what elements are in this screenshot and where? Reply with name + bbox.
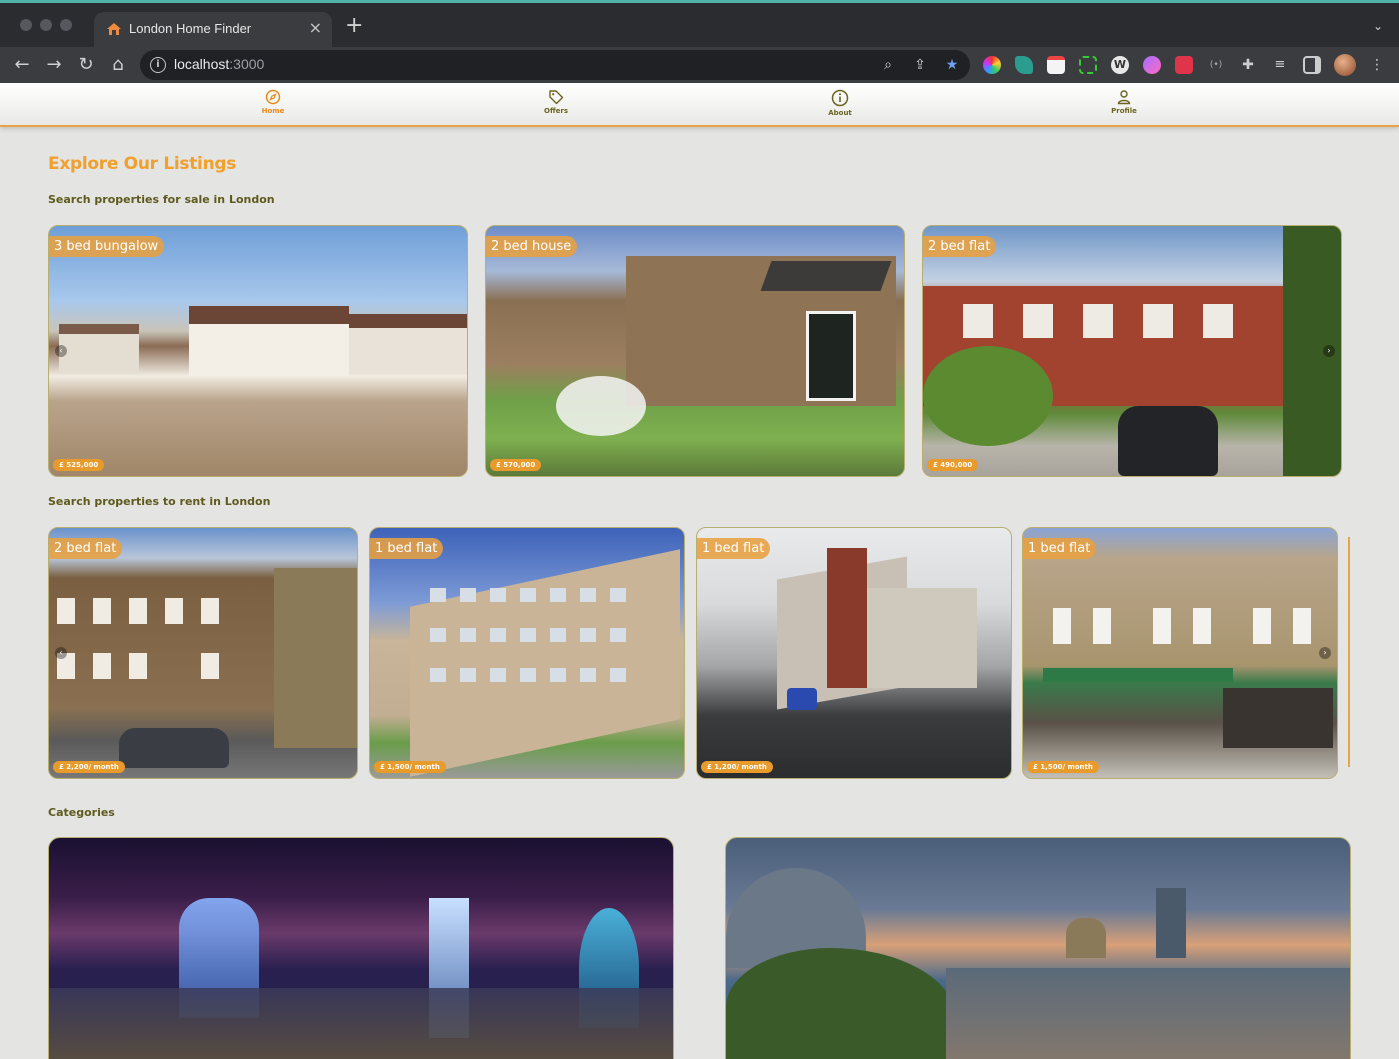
w-extension-icon[interactable]: W <box>1111 56 1129 74</box>
nav-offers-label: Offers <box>544 107 568 115</box>
minimize-window-button[interactable] <box>40 19 52 31</box>
forward-arrow-icon[interactable]: → <box>42 53 66 77</box>
sale-section-title: Search properties for sale in London <box>48 193 275 206</box>
new-tab-button[interactable]: + <box>345 15 363 37</box>
url-text: localhost:3000 <box>174 56 265 72</box>
price-badge: £ 2,200/ month <box>53 761 125 773</box>
carousel-next-icon[interactable]: › <box>1319 647 1331 659</box>
house-favicon-icon <box>107 23 121 35</box>
zoom-window-button[interactable] <box>60 19 72 31</box>
browser-toolbar: ← → ↻ ⌂ i localhost:3000 ⌕ ⇪ ★ W (•) ✚ ≡… <box>0 47 1399 83</box>
feather-extension-icon[interactable] <box>1015 56 1033 74</box>
category-card[interactable] <box>48 837 674 1059</box>
zoom-magnifier-icon[interactable]: ⌕ <box>878 55 898 75</box>
property-type-badge: 1 bed flat <box>697 538 771 559</box>
nav-profile-label: Profile <box>1111 107 1137 115</box>
profile-avatar[interactable] <box>1334 54 1356 76</box>
property-type-badge: 2 bed flat <box>923 236 997 257</box>
site-info-icon[interactable]: i <box>150 57 166 73</box>
rent-listing-card[interactable]: 1 bed flat › £ 1,500/ month <box>1022 527 1338 779</box>
tab-title: London Home Finder <box>129 21 252 36</box>
reload-icon[interactable]: ↻ <box>74 53 98 77</box>
puzzle-extensions-icon[interactable]: ✚ <box>1239 56 1257 74</box>
back-arrow-icon[interactable]: ← <box>10 53 34 77</box>
color-extension-icon[interactable] <box>983 56 1001 74</box>
carousel-dots[interactable] <box>681 466 721 470</box>
reading-list-icon[interactable]: ≡ <box>1271 56 1289 74</box>
sale-listing-card[interactable]: 2 bed house £ 570,000 <box>485 225 905 477</box>
close-window-button[interactable] <box>20 19 32 31</box>
nav-profile[interactable]: Profile <box>1084 89 1164 115</box>
address-bar[interactable]: i localhost:3000 ⌕ ⇪ ★ <box>140 50 970 80</box>
price-badge: £ 1,200/ month <box>701 761 773 773</box>
tab-bar: London Home Finder × + ⌄ <box>0 3 1399 47</box>
nav-offers[interactable]: Offers <box>516 89 596 115</box>
tab-close-icon[interactable]: × <box>309 18 322 37</box>
carousel-next-icon[interactable]: › <box>1323 345 1335 357</box>
nav-about[interactable]: About <box>800 89 880 117</box>
carousel-prev-icon[interactable]: ‹ <box>55 647 67 659</box>
rent-listing-card[interactable]: 1 bed flat £ 1,500/ month <box>369 527 685 779</box>
page-heading: Explore Our Listings <box>48 154 237 174</box>
carousel-prev-icon[interactable]: ‹ <box>55 345 67 357</box>
bookmark-star-icon[interactable]: ★ <box>942 55 962 75</box>
side-panel-icon[interactable] <box>1303 56 1321 74</box>
rent-listing-card[interactable]: 1 bed flat £ 1,200/ month <box>696 527 1012 779</box>
nav-home-label: Home <box>261 107 285 115</box>
home-icon[interactable]: ⌂ <box>106 53 130 77</box>
price-badge: £ 1,500/ month <box>1027 761 1099 773</box>
price-badge: £ 525,000 <box>53 459 105 471</box>
browser-menu-icon[interactable]: ⋮ <box>1368 56 1386 74</box>
red-extension-icon[interactable] <box>1175 56 1193 74</box>
property-type-badge: 1 bed flat <box>370 538 444 559</box>
rent-listing-card[interactable]: 2 bed flat ‹ £ 2,200/ month <box>48 527 358 779</box>
price-badge: £ 490,000 <box>927 459 979 471</box>
share-icon[interactable]: ⇪ <box>910 55 930 75</box>
tag-icon <box>549 90 564 105</box>
purple-extension-icon[interactable] <box>1143 56 1161 74</box>
property-type-badge: 2 bed flat <box>49 538 123 559</box>
property-type-badge: 2 bed house <box>486 236 578 257</box>
rent-section-title: Search properties to rent in London <box>48 495 271 508</box>
info-icon <box>831 89 849 107</box>
price-badge: £ 1,500/ month <box>374 761 446 773</box>
code-extension-icon[interactable]: (•) <box>1207 56 1225 74</box>
sale-listing-card[interactable]: 3 bed bungalow ‹ £ 525,000 <box>48 225 468 477</box>
calendar-extension-icon[interactable] <box>1047 56 1065 74</box>
next-card-edge <box>1348 537 1350 767</box>
app-navbar: Home Offers About Profile <box>0 83 1399 127</box>
categories-section-title: Categories <box>48 806 115 819</box>
tab-search-chevron-icon[interactable]: ⌄ <box>1373 19 1383 33</box>
user-icon <box>1117 90 1131 105</box>
price-badge: £ 570,000 <box>490 459 542 471</box>
nav-home[interactable]: Home <box>233 89 313 115</box>
category-card[interactable] <box>725 837 1351 1059</box>
page: Home Offers About Profile Explore Our Li… <box>0 83 1399 1059</box>
browser-tab[interactable]: London Home Finder × <box>94 12 332 47</box>
property-type-badge: 3 bed bungalow <box>49 236 165 257</box>
sale-listing-card[interactable]: 2 bed flat › £ 490,000 <box>922 225 1342 477</box>
compass-icon <box>265 89 281 105</box>
nav-about-label: About <box>828 109 852 117</box>
property-type-badge: 1 bed flat <box>1023 538 1097 559</box>
screenshot-extension-icon[interactable] <box>1079 56 1097 74</box>
